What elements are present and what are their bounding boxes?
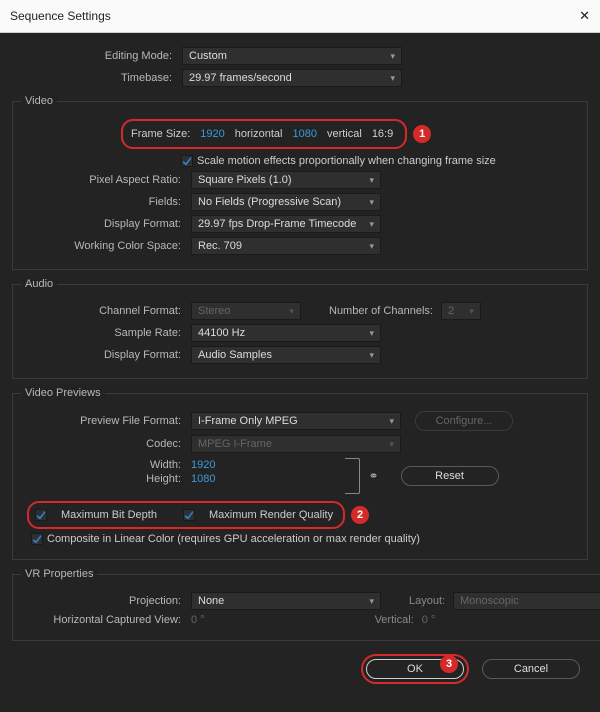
layout-label: Layout: <box>409 595 445 607</box>
max-bit-depth-checkbox[interactable] <box>35 509 47 521</box>
projection-label: Projection: <box>21 595 191 607</box>
composite-linear-label: Composite in Linear Color (requires GPU … <box>47 533 420 545</box>
timebase-select[interactable]: 29.97 frames/second ▾ <box>182 69 402 87</box>
close-icon[interactable]: ✕ <box>579 8 590 24</box>
audio-group: Audio Channel Format: Stereo ▾ Number of… <box>12 278 588 379</box>
previews-legend: Video Previews <box>21 387 105 399</box>
sample-rate-select[interactable]: 44100 Hz ▾ <box>191 324 381 342</box>
annotation-2: 2 <box>351 506 369 524</box>
preview-ff-value: I-Frame Only MPEG <box>198 415 298 427</box>
aspect-ratio-label: 16:9 <box>372 128 393 140</box>
codec-select: MPEG I-Frame ▾ <box>191 435 401 453</box>
chevron-down-icon: ▾ <box>390 73 395 84</box>
num-channels-label: Number of Channels: <box>329 305 433 317</box>
projection-select[interactable]: None ▾ <box>191 592 381 610</box>
preview-height-label: Height: <box>21 473 191 485</box>
fields-value: No Fields (Progressive Scan) <box>198 196 341 208</box>
frame-height-input[interactable]: 1080 <box>292 128 316 140</box>
audio-display-format-select[interactable]: Audio Samples ▾ <box>191 346 381 364</box>
vr-group: VR Properties Projection: None ▾ Layout:… <box>12 568 600 641</box>
layout-value: Monoscopic <box>460 595 519 607</box>
window-title: Sequence Settings <box>10 9 111 23</box>
annotation-1: 1 <box>413 125 431 143</box>
timebase-label: Timebase: <box>12 72 182 84</box>
working-cs-value: Rec. 709 <box>198 240 242 252</box>
sample-rate-label: Sample Rate: <box>21 327 191 339</box>
horizontal-label: horizontal <box>235 128 283 140</box>
preview-ff-select[interactable]: I-Frame Only MPEG ▾ <box>191 412 401 430</box>
display-format-value: 29.97 fps Drop-Frame Timecode <box>198 218 356 230</box>
configure-button: Configure... <box>415 411 513 431</box>
channel-format-label: Channel Format: <box>21 305 191 317</box>
chevron-down-icon: ▾ <box>369 197 374 208</box>
vr-vertical-value: 0 ° <box>422 614 436 626</box>
chevron-down-icon: ▾ <box>390 51 395 62</box>
preview-width-input[interactable]: 1920 <box>191 459 215 471</box>
timebase-value: 29.97 frames/second <box>189 72 292 84</box>
preview-width-label: Width: <box>21 459 191 471</box>
max-bit-depth-label: Maximum Bit Depth <box>61 509 157 521</box>
audio-legend: Audio <box>21 278 57 290</box>
cancel-button[interactable]: Cancel <box>482 659 580 679</box>
vr-legend: VR Properties <box>21 568 97 580</box>
frame-size-label: Frame Size: <box>131 128 190 140</box>
chevron-down-icon: ▾ <box>389 439 394 450</box>
hcv-label: Horizontal Captured View: <box>21 614 191 626</box>
video-legend: Video <box>21 95 57 107</box>
max-render-quality-checkbox[interactable] <box>183 509 195 521</box>
chevron-down-icon: ▾ <box>389 416 394 427</box>
scale-motion-label: Scale motion effects proportionally when… <box>197 155 496 167</box>
chevron-down-icon: ▾ <box>369 175 374 186</box>
chevron-down-icon: ▾ <box>369 350 374 361</box>
preview-ff-label: Preview File Format: <box>21 415 191 427</box>
preview-height-input[interactable]: 1080 <box>191 473 215 485</box>
annotation-3: 3 <box>440 655 458 673</box>
vertical-label: vertical <box>327 128 362 140</box>
composite-linear-checkbox[interactable] <box>31 533 43 545</box>
link-icon[interactable]: ⚭ <box>368 469 378 483</box>
working-cs-label: Working Color Space: <box>21 240 191 252</box>
link-bracket-icon <box>345 458 360 494</box>
channel-format-value: Stereo <box>198 305 230 317</box>
fields-select[interactable]: No Fields (Progressive Scan) ▾ <box>191 193 381 211</box>
layout-select: Monoscopic ▾ <box>453 592 600 610</box>
display-format-label: Display Format: <box>21 218 191 230</box>
scale-motion-checkbox[interactable] <box>181 155 193 167</box>
audio-display-format-value: Audio Samples <box>198 349 272 361</box>
fields-label: Fields: <box>21 196 191 208</box>
video-group: Video Frame Size: 1920 horizontal 1080 v… <box>12 95 588 270</box>
editing-mode-value: Custom <box>189 50 227 62</box>
reset-button[interactable]: Reset <box>401 466 499 486</box>
projection-value: None <box>198 595 224 607</box>
num-channels-value: 2 <box>448 305 454 317</box>
chevron-down-icon: ▾ <box>289 306 294 317</box>
vr-vertical-label: Vertical: <box>375 614 414 626</box>
chevron-down-icon: ▾ <box>369 241 374 252</box>
previews-group: Video Previews Preview File Format: I-Fr… <box>12 387 588 560</box>
display-format-select[interactable]: 29.97 fps Drop-Frame Timecode ▾ <box>191 215 381 233</box>
sample-rate-value: 44100 Hz <box>198 327 245 339</box>
codec-value: MPEG I-Frame <box>198 438 272 450</box>
codec-label: Codec: <box>21 438 191 450</box>
editing-mode-select[interactable]: Custom ▾ <box>182 47 402 65</box>
channel-format-select: Stereo ▾ <box>191 302 301 320</box>
chevron-down-icon: ▾ <box>469 306 474 317</box>
chevron-down-icon: ▾ <box>369 596 374 607</box>
hcv-value: 0 ° <box>191 614 205 626</box>
par-label: Pixel Aspect Ratio: <box>21 174 191 186</box>
title-bar: Sequence Settings ✕ <box>0 0 600 33</box>
chevron-down-icon: ▾ <box>369 219 374 230</box>
max-render-quality-label: Maximum Render Quality <box>209 509 333 521</box>
frame-width-input[interactable]: 1920 <box>200 128 224 140</box>
par-select[interactable]: Square Pixels (1.0) ▾ <box>191 171 381 189</box>
frame-size-container: Frame Size: 1920 horizontal 1080 vertica… <box>121 119 407 149</box>
max-quality-container: Maximum Bit Depth Maximum Render Quality… <box>27 501 345 529</box>
working-cs-select[interactable]: Rec. 709 ▾ <box>191 237 381 255</box>
par-value: Square Pixels (1.0) <box>198 174 292 186</box>
editing-mode-label: Editing Mode: <box>12 50 182 62</box>
audio-display-format-label: Display Format: <box>21 349 191 361</box>
num-channels-select: 2 ▾ <box>441 302 481 320</box>
chevron-down-icon: ▾ <box>369 328 374 339</box>
